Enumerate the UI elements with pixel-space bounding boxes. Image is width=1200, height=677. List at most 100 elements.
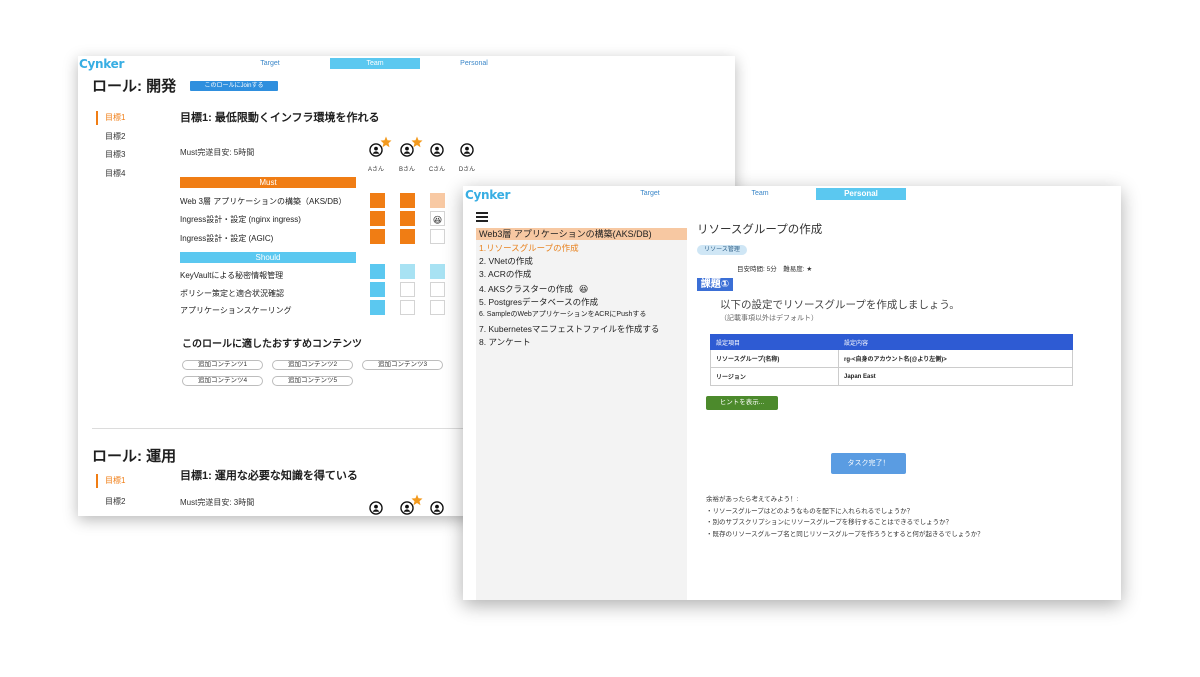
hamburger-line — [476, 216, 488, 218]
content-pill[interactable]: 追加コンテンツ4 — [182, 376, 263, 386]
progress-cell[interactable] — [400, 300, 415, 315]
member-name: Bさん — [398, 167, 415, 173]
cynker-logo[interactable]: Cynker — [79, 57, 124, 71]
progress-cell[interactable] — [400, 229, 415, 244]
task-label[interactable]: ポリシー策定と適合状況確認 — [180, 288, 284, 300]
course-title[interactable]: Web3層 アプリケーションの構築(AKS/DB) — [476, 228, 687, 240]
extra-title: 余裕があったら考えてみよう！: — [706, 496, 799, 503]
goal-nav-item[interactable]: 目標1 — [96, 111, 125, 125]
personal-window: Cynker Target Team Personal Web3層 アプリケーシ… — [463, 186, 1121, 600]
tab-team[interactable]: Team — [330, 58, 420, 69]
show-hint-button[interactable]: ヒントを表示... — [706, 396, 778, 410]
step-label: 8. アンケート — [479, 337, 531, 347]
join-role-button[interactable]: このロールにJoinする — [190, 81, 278, 91]
progress-cell[interactable] — [370, 300, 385, 315]
tab-target[interactable]: Target — [240, 58, 300, 69]
extra-question: ・既存のリソースグループ名と同じリソースグループを作ろうとすると何が起きるでしょ… — [706, 530, 984, 538]
content-pill[interactable]: 追加コンテンツ5 — [272, 376, 353, 386]
progress-cell[interactable] — [400, 282, 415, 297]
progress-cell[interactable] — [370, 211, 385, 226]
star-graphic — [411, 494, 423, 506]
progress-cell[interactable] — [430, 229, 445, 244]
progress-cell[interactable] — [430, 300, 445, 315]
tab-personal[interactable]: Personal — [816, 188, 906, 200]
sidebar-step[interactable]: 6. SampleのWebアプリケーションをACRにPushする — [479, 309, 646, 321]
member-name: Cさん — [428, 167, 446, 173]
tab-team[interactable]: Team — [730, 188, 790, 200]
table-header-cell: 設定内容 — [838, 334, 1073, 350]
table-cell: rg-<自身のアカウント名(@より左側)> — [838, 349, 1073, 368]
task-label[interactable]: KeyVaultによる秘密情報管理 — [180, 270, 283, 282]
goal-nav-item[interactable]: 目標3 — [96, 148, 125, 162]
star-graphic — [380, 136, 392, 148]
table-cell: Japan East — [838, 367, 1073, 386]
hamburger-icon[interactable] — [476, 212, 488, 222]
extra-questions: 余裕があったら考えてみよう！: ・リソースグループはどのようなものを配下に入れられ… — [706, 494, 1116, 540]
goal-nav-item[interactable]: 目標4 — [96, 167, 125, 181]
course-sidebar: Web3層 アプリケーションの構築(AKS/DB) 1.リソースグループの作成 2… — [476, 228, 687, 600]
avatar-icon[interactable] — [430, 143, 444, 157]
progress-cell[interactable] — [400, 193, 415, 208]
tab-target[interactable]: Target — [620, 188, 680, 200]
content-pill[interactable]: 追加コンテンツ3 — [362, 360, 443, 370]
goal-nav-item[interactable]: 目標1 — [96, 474, 125, 488]
step-label: 2. VNetの作成 — [479, 256, 533, 266]
progress-cell[interactable] — [430, 193, 445, 208]
goal-nav-item[interactable]: 目標2 — [96, 130, 125, 144]
should-bar: Should — [180, 252, 356, 263]
sidebar-step[interactable]: 2. VNetの作成 — [479, 255, 533, 267]
sidebar-step[interactable]: 5. Postgresデータベースの作成 — [479, 296, 598, 308]
instruction-text: 以下の設定でリソースグループを作成しましょう。 — [720, 299, 960, 311]
step-label: 3. ACRの作成 — [479, 269, 532, 279]
instruction-note: （記載事項以外はデフォルト） — [720, 315, 818, 322]
task-complete-button[interactable]: タスク完了！ — [831, 453, 906, 474]
avatar-graphic — [430, 143, 444, 157]
avatar-graphic — [430, 501, 444, 515]
table-header-row: 設定項目 設定内容 — [710, 334, 1073, 350]
must-estimate: Must完遂目安: 3時間 — [180, 498, 255, 507]
progress-cell[interactable] — [370, 229, 385, 244]
content-pill[interactable]: 追加コンテンツ2 — [272, 360, 353, 370]
avatar-icon[interactable] — [430, 501, 444, 515]
progress-cell[interactable] — [400, 211, 415, 226]
cynker-logo[interactable]: Cynker — [465, 188, 510, 202]
avatar-icon[interactable] — [369, 501, 383, 515]
table-row: リソースグループ(名称) rg-<自身のアカウント名(@より左側)> — [710, 349, 1073, 368]
table-header-cell: 設定項目 — [710, 334, 839, 350]
goal-title: 目標1: 運用な必要な知識を得ている — [180, 470, 358, 482]
extra-question: ・別のサブスクリプションにリソースグループを移行することはできるでしょうか？ — [706, 519, 953, 526]
role-title: ロール: 運用 — [92, 448, 177, 465]
avatar-graphic — [460, 143, 474, 157]
task-label[interactable]: Ingress設計・設定 (nginx ingress) — [180, 214, 301, 226]
progress-cell[interactable] — [430, 282, 445, 297]
star-icon — [411, 494, 423, 506]
sidebar-step[interactable]: 4. AKSクラスターの作成 😆 — [479, 283, 588, 295]
progress-cell[interactable]: 😆 — [430, 211, 445, 226]
goal-nav-item[interactable]: 目標2 — [96, 495, 125, 509]
avatar-icon[interactable] — [460, 143, 474, 157]
progress-cell[interactable] — [400, 264, 415, 279]
task-label[interactable]: Ingress設計・設定 (AGIC) — [180, 233, 273, 245]
task-label[interactable]: アプリケーションスケーリング — [180, 305, 292, 317]
star-icon — [411, 136, 423, 148]
sidebar-step[interactable]: 3. ACRの作成 — [479, 268, 531, 280]
progress-cell[interactable] — [370, 264, 385, 279]
goal-title: 目標1: 最低限動くインフラ環境を作れる — [180, 112, 380, 124]
sidebar-step[interactable]: 8. アンケート — [479, 336, 531, 348]
tab-personal[interactable]: Personal — [444, 58, 504, 69]
table-cell: リージョン — [710, 367, 839, 386]
step-label: 5. Postgresデータベースの作成 — [479, 297, 599, 307]
task-label[interactable]: Web 3層 アプリケーションの構築（AKS/DB） — [180, 196, 346, 208]
progress-cell[interactable] — [430, 264, 445, 279]
task-title: リソースグループの作成 — [697, 224, 823, 236]
step-label: 1.リソースグループの作成 — [479, 243, 579, 253]
progress-cell[interactable] — [370, 193, 385, 208]
sidebar-step[interactable]: 7. Kubernetesマニフェストファイルを作成する — [479, 323, 659, 335]
category-tag: リソース管理 — [697, 245, 747, 255]
progress-cell[interactable] — [370, 282, 385, 297]
avatar-graphic — [369, 501, 383, 515]
table-row: リージョン Japan East — [710, 367, 1073, 386]
content-pill[interactable]: 追加コンテンツ1 — [182, 360, 263, 370]
sidebar-step[interactable]: 1.リソースグループの作成 — [479, 242, 579, 254]
hamburger-line — [476, 212, 488, 214]
